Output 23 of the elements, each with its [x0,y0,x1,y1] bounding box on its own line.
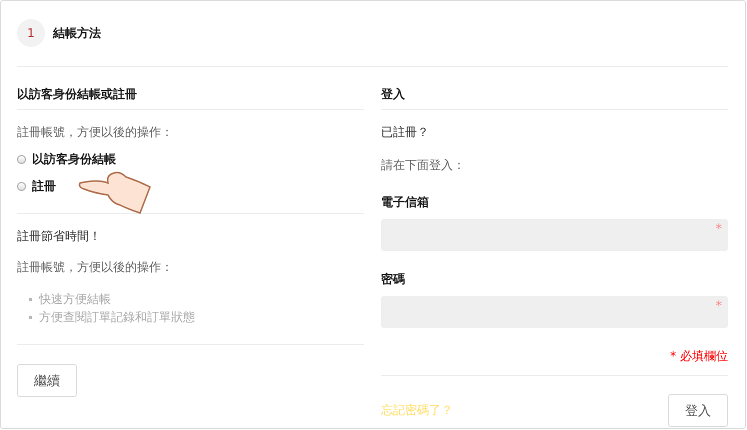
radio-option[interactable]: 以訪客身份結帳 [17,151,116,168]
continue-button[interactable]: 繼續 [17,364,77,397]
benefits-title: 註冊節省時間！ [17,228,102,245]
required-mark: * [716,222,722,237]
registered-text: 已註冊？ [381,124,430,141]
intro-text: 註冊帳號，方便以後的操作： [17,124,174,141]
benefit-item: 方便查閱訂單記錄和訂單狀態 [39,309,195,326]
bullet-icon [29,298,32,301]
benefits-intro: 註冊帳號，方便以後的操作： [17,259,174,276]
field-label: 電子信箱 [381,194,430,211]
section-heading: 以訪客身份結帳或註冊 [17,67,364,110]
bullet-icon [29,316,32,319]
login-button[interactable]: 登入 [668,394,728,427]
radio-option[interactable]: 註冊 [17,178,56,195]
benefit-item: 快速方便結帳 [39,291,111,308]
required-note: * 必填欄位 [670,349,728,363]
step-number: 1 [17,19,45,47]
section-heading: 登入 [381,67,728,110]
step-title: 結帳方法 [53,24,101,42]
prompt-text: 請在下面登入： [381,157,466,174]
required-mark: * [716,299,722,314]
field-label: 密碼 [381,271,406,288]
hand-cursor-icon [78,169,152,215]
